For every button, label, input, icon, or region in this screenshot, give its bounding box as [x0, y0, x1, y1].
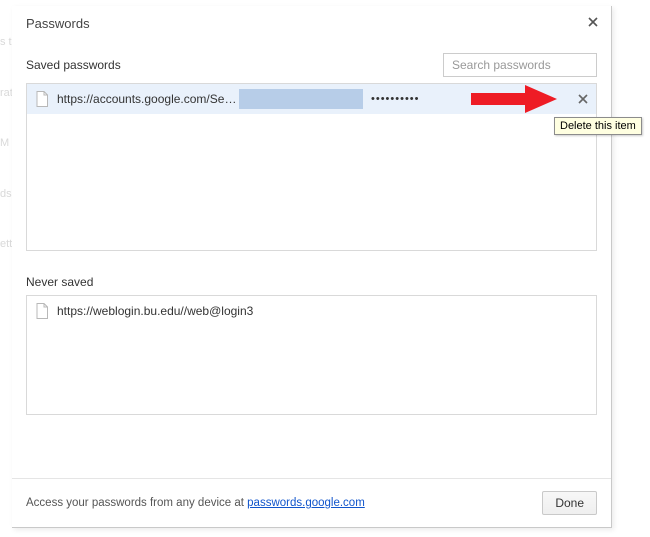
never-saved-row[interactable]: https://weblogin.bu.edu//web@login3 [27, 296, 596, 326]
username-redacted [239, 89, 363, 109]
dialog-title: Passwords [26, 16, 597, 31]
delete-icon [576, 94, 590, 104]
search-input[interactable] [443, 53, 597, 77]
saved-passwords-list: https://accounts.google.com/Servic… ••••… [26, 83, 597, 251]
never-section-header: Never saved [12, 269, 611, 295]
never-site-url: https://weblogin.bu.edu//web@login3 [57, 304, 253, 318]
page-icon [35, 91, 49, 107]
passwords-dialog: Passwords Saved passwords https://accoun… [12, 6, 612, 528]
never-saved-list: https://weblogin.bu.edu//web@login3 [26, 295, 597, 415]
dialog-header: Passwords [12, 6, 611, 47]
saved-password-row[interactable]: https://accounts.google.com/Servic… ••••… [27, 84, 596, 114]
delete-tooltip: Delete this item [554, 117, 642, 135]
delete-entry-button[interactable] [576, 92, 590, 106]
passwords-link[interactable]: passwords.google.com [247, 497, 365, 509]
page-icon [35, 303, 49, 319]
saved-passwords-label: Saved passwords [26, 58, 121, 72]
password-masked: •••••••••• [371, 93, 466, 105]
site-url: https://accounts.google.com/Servic… [57, 92, 239, 106]
saved-section-header: Saved passwords [12, 47, 611, 83]
close-icon [585, 17, 601, 27]
dialog-footer: Access your passwords from any device at… [12, 478, 611, 527]
close-button[interactable] [585, 14, 601, 30]
done-button[interactable]: Done [542, 491, 597, 515]
footer-text: Access your passwords from any device at… [26, 497, 365, 509]
never-saved-label: Never saved [26, 275, 93, 289]
